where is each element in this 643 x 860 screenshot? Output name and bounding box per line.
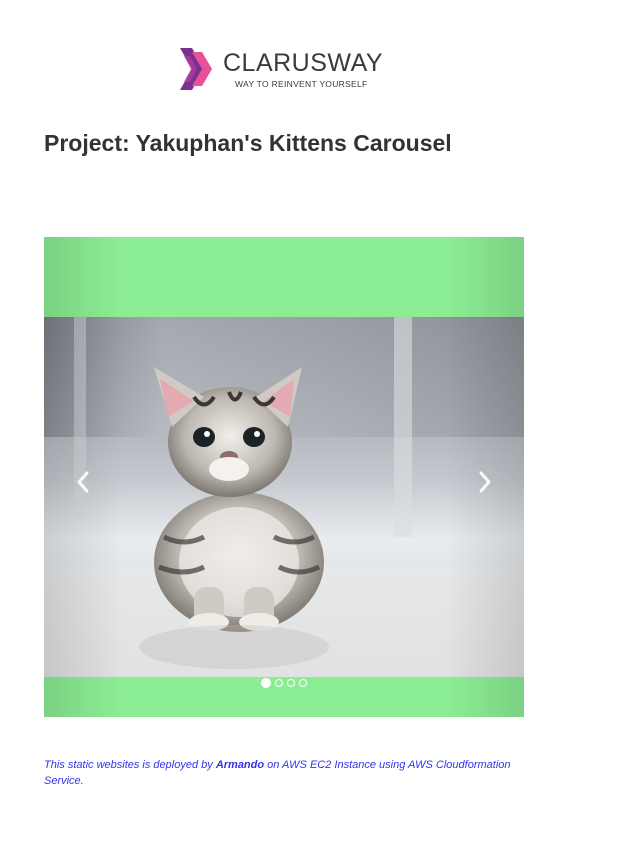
logo-brand-name: CLARUSWAY bbox=[223, 49, 384, 77]
logo-tagline: WAY TO REINVENT YOURSELF bbox=[235, 79, 368, 89]
chevron-right-icon bbox=[479, 471, 491, 493]
carousel-indicator-4[interactable] bbox=[299, 679, 307, 687]
clarusway-logo-icon bbox=[180, 48, 212, 90]
deployment-note-prefix: This static websites is deployed by bbox=[44, 759, 216, 771]
chevron-left-icon bbox=[77, 471, 89, 493]
deployment-note: This static websites is deployed by Arma… bbox=[44, 757, 544, 789]
carousel-indicator-1[interactable] bbox=[261, 678, 271, 688]
deployment-author: Armando bbox=[215, 759, 265, 771]
clarusway-logo[interactable]: CLARUSWAY WAY TO REINVENT YOURSELF bbox=[178, 47, 393, 93]
carousel-indicator-2[interactable] bbox=[275, 679, 283, 687]
carousel-next-button[interactable] bbox=[470, 467, 500, 497]
carousel-indicators bbox=[44, 678, 524, 688]
page-title: Project: Yakuphan's Kittens Carousel bbox=[44, 130, 452, 156]
carousel-prev-button[interactable] bbox=[68, 467, 98, 497]
carousel-indicator-3[interactable] bbox=[287, 679, 295, 687]
kitten-carousel[interactable] bbox=[44, 237, 524, 717]
